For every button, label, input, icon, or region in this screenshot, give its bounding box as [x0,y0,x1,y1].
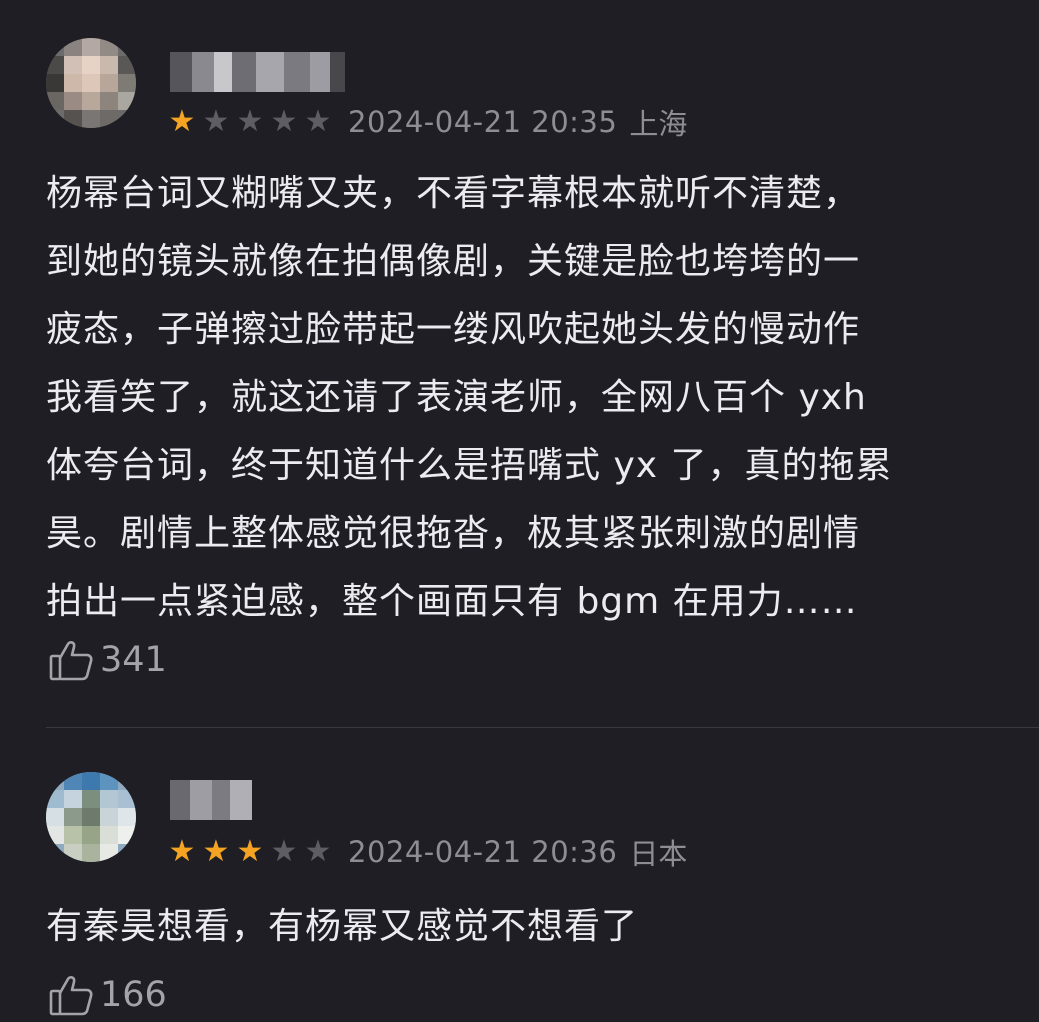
like-button[interactable]: 166 [48,973,167,1017]
like-button[interactable]: 341 [48,638,167,682]
comment-line: 我看笑了，就这还请了表演老师，全网八百个 yxh [46,377,867,418]
comment-text: 杨幂台词又糊嘴又夹，不看字幕根本就听不清楚， 到她的镜头就像在拍偶像剧，关键是脸… [46,160,1039,636]
comment-line: 昊。剧情上整体感觉很拖沓，极其紧张刺激的剧情 [46,513,861,554]
star-icon: ★ [168,104,196,139]
comment-line: 拍出一点紧迫感，整个画面只有 bgm 在用力…… [46,581,858,622]
comment-line: 有秦昊想看，有杨幂又感觉不想看了 [46,906,639,947]
username-blurred[interactable] [170,52,345,92]
star-icon: ★ [236,104,264,139]
rating-stars: ★ ★ ★ ★ ★ [166,107,334,137]
star-icon: ★ [168,834,196,869]
star-icon: ★ [270,834,298,869]
star-icon: ★ [236,834,264,869]
timestamp: 2024-04-21 20:35 [348,105,618,139]
comment-line: 到她的镜头就像在拍偶像剧，关键是脸也垮垮的一 [46,241,861,282]
divider [46,727,1039,728]
username-blurred[interactable] [170,780,252,820]
comment-meta: ★ ★ ★ ★ ★ 2024-04-21 20:36 日本 [166,832,688,872]
star-icon: ★ [202,104,230,139]
like-count: 341 [100,640,167,680]
like-count: 166 [100,975,167,1015]
avatar[interactable] [46,772,136,862]
comment-meta: ★ ★ ★ ★ ★ 2024-04-21 20:35 上海 [166,102,688,142]
timestamp: 2024-04-21 20:36 [348,835,618,869]
thumbs-up-icon [49,976,93,1016]
star-icon: ★ [304,104,332,139]
comment-line: 疲态，子弹擦过脸带起一缕风吹起她头发的慢动作 [46,309,861,350]
avatar[interactable] [46,38,136,128]
comment-line: 杨幂台词又糊嘴又夹，不看字幕根本就听不清楚， [46,173,861,214]
thumbs-up-icon [49,641,93,681]
comment-text: 有秦昊想看，有杨幂又感觉不想看了 [46,893,1039,961]
star-icon: ★ [304,834,332,869]
location: 上海 [629,107,688,141]
comment-line: 体夸台词，终于知道什么是捂嘴式 yx 了，真的拖累 [46,445,893,486]
star-icon: ★ [270,104,298,139]
location: 日本 [629,837,688,871]
rating-stars: ★ ★ ★ ★ ★ [166,837,334,867]
star-icon: ★ [202,834,230,869]
